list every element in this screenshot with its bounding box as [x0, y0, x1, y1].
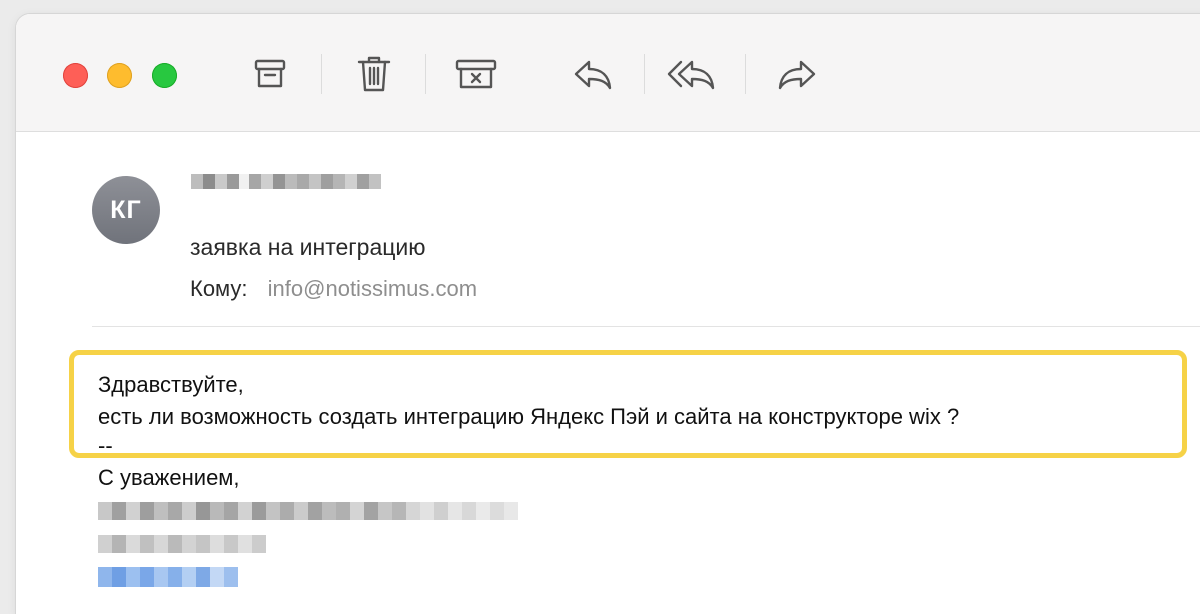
toolbar-separator [745, 54, 746, 94]
minimize-window-button[interactable] [107, 63, 132, 88]
trash-icon [354, 53, 394, 95]
signature-separator: -- [98, 433, 113, 458]
question-text: есть ли возможность создать интеграцию Я… [98, 404, 960, 429]
message-subject: заявка на интеграцию [190, 234, 426, 260]
avatar: КГ [92, 176, 160, 244]
greeting-text: Здравствуйте, [98, 372, 244, 397]
delete-button[interactable] [350, 52, 398, 96]
mail-window: КГ заявка на интеграцию Кому: info@notis… [16, 14, 1200, 614]
archive-button[interactable] [246, 52, 294, 96]
close-window-button[interactable] [63, 63, 88, 88]
toolbar-separator [425, 54, 426, 94]
forward-button[interactable] [773, 52, 821, 96]
reply-all-button[interactable] [666, 52, 718, 96]
archive-box-icon [250, 54, 290, 94]
sender-name-redacted [191, 174, 381, 189]
junk-button[interactable] [452, 52, 500, 96]
toolbar [16, 14, 1200, 132]
junk-box-icon [453, 54, 499, 94]
signature-title-redacted [98, 535, 266, 553]
to-label: Кому: [190, 276, 248, 301]
reply-arrow-icon [571, 54, 615, 94]
signature-name-redacted [98, 502, 518, 520]
header-divider [92, 326, 1200, 327]
to-address[interactable]: info@notissimus.com [268, 276, 477, 301]
recipient-row: Кому: info@notissimus.com [190, 276, 477, 302]
avatar-initials: КГ [110, 195, 142, 224]
reply-all-arrow-icon [666, 54, 718, 94]
signature-link-redacted[interactable] [98, 567, 238, 587]
forward-arrow-icon [775, 54, 819, 94]
sign-off-text: С уважением, [98, 465, 240, 490]
toolbar-separator [321, 54, 322, 94]
toolbar-separator [644, 54, 645, 94]
zoom-window-button[interactable] [152, 63, 177, 88]
reply-button[interactable] [569, 52, 617, 96]
